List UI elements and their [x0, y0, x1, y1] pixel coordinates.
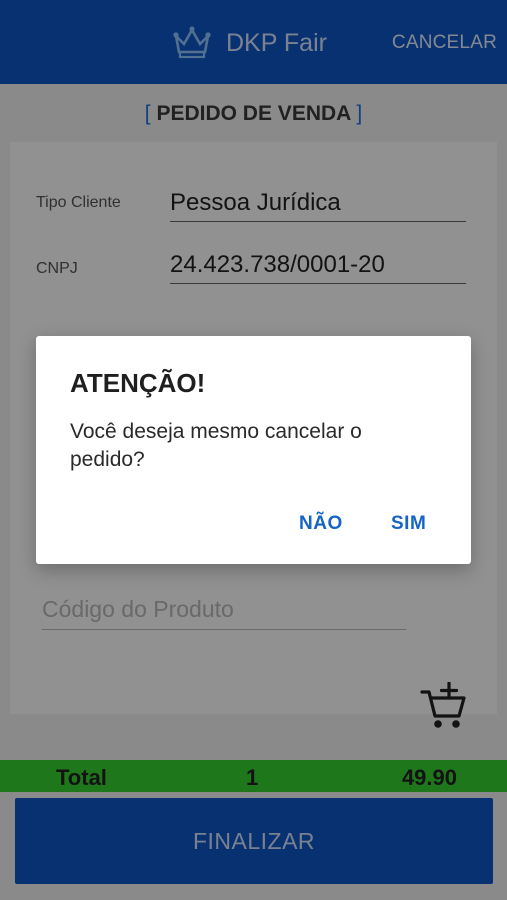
dialog-yes-button[interactable]: SIM — [391, 513, 426, 535]
confirm-dialog: ATENÇÃO! Você deseja mesmo cancelar o pe… — [36, 336, 471, 564]
dialog-no-button[interactable]: NÃO — [299, 513, 343, 535]
dialog-title: ATENÇÃO! — [70, 368, 206, 398]
dialog-message: Você deseja mesmo cancelar o pedido? — [70, 420, 362, 471]
